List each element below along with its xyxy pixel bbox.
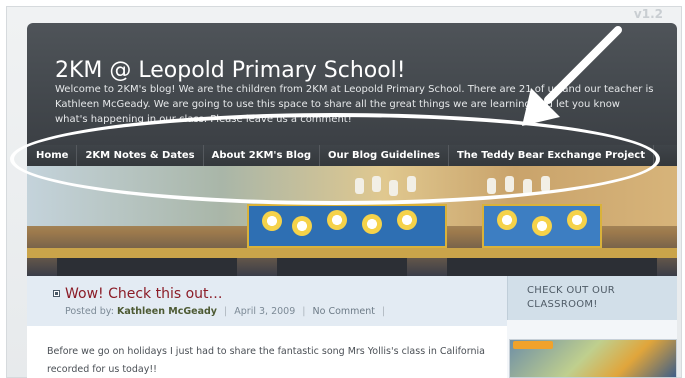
banner-flower: [497, 210, 517, 230]
nav-home[interactable]: Home: [27, 145, 78, 166]
meta-separator: |: [302, 306, 306, 317]
banner-paper-figure: [523, 179, 532, 195]
slideshow-logo: [513, 341, 553, 349]
nav-blog-guidelines[interactable]: Our Blog Guidelines: [320, 145, 449, 166]
post-title[interactable]: Wow! Check this out…: [65, 286, 223, 302]
post-bullet-icon: [53, 290, 60, 297]
theme-version: v1.2: [633, 7, 663, 21]
banner-paper-figure: [407, 176, 416, 192]
banner-flower: [567, 210, 587, 230]
banner-paper-figure: [372, 176, 381, 192]
banner-flower: [327, 210, 347, 230]
post-date: April 3, 2009: [234, 306, 296, 317]
nav-about-blog[interactable]: About 2KM's Blog: [204, 145, 320, 166]
banner-flower: [262, 211, 282, 231]
meta-separator: |: [382, 306, 386, 317]
banner-shelf: [27, 248, 677, 258]
banner-paper-figure: [389, 180, 398, 196]
post-comments-link[interactable]: No Comment: [313, 306, 375, 317]
banner-flower: [532, 216, 552, 236]
banner-desk: [57, 258, 237, 276]
post-author-link[interactable]: Kathleen McGeady: [117, 306, 217, 317]
banner-paper-figure: [487, 178, 496, 194]
banner-desk: [277, 258, 407, 276]
banner-flower: [362, 214, 382, 234]
banner-paper-figure: [355, 178, 364, 194]
banner-desk: [447, 258, 657, 276]
sidebar-widget-title: Check out our classroom!: [527, 285, 616, 310]
posted-by-label: Posted by:: [65, 306, 114, 317]
banner-paper-figure: [505, 176, 514, 192]
meta-separator: |: [224, 306, 228, 317]
post-body: Before we go on holidays I just had to s…: [47, 346, 485, 375]
site-description: Welcome to 2KM's blog! We are the childr…: [55, 84, 654, 125]
nav-notes-dates[interactable]: 2KM Notes & Dates: [77, 145, 204, 166]
banner-flower: [292, 216, 312, 236]
banner-paper-figure: [541, 176, 550, 192]
post-meta: Posted by: Kathleen McGeady | April 3, 2…: [65, 306, 389, 317]
nav-teddy-bear-project[interactable]: The Teddy Bear Exchange Project: [449, 145, 655, 166]
site-title[interactable]: 2KM @ Leopold Primary School!: [55, 58, 406, 83]
banner-flower: [397, 210, 417, 230]
classroom-banner-image: [27, 166, 677, 276]
main-navigation: Home 2KM Notes & Dates About 2KM's Blog …: [27, 145, 677, 166]
